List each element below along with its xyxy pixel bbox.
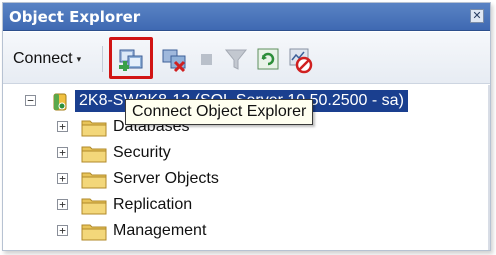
toolbar-separator (102, 46, 103, 72)
tree-item-label: Security (113, 144, 171, 161)
tooltip: Connect Object Explorer (125, 99, 314, 125)
tree-item-label: Replication (113, 196, 193, 213)
folder-icon (81, 146, 107, 163)
tree-item-label: Server Objects (113, 170, 219, 187)
collapse-toggle[interactable]: − (25, 95, 36, 106)
tree-item-server-objects[interactable]: + Server Objects (57, 167, 357, 191)
toolbar: Connect ▾ (3, 32, 490, 84)
disconnect-icon (162, 49, 186, 73)
connect-object-explorer-icon (119, 49, 143, 71)
stop-icon (201, 54, 212, 65)
folder-icon (81, 172, 107, 189)
filter-button[interactable] (221, 44, 251, 74)
filter-icon (224, 49, 248, 70)
refresh-icon (257, 48, 279, 70)
disconnect-button[interactable] (159, 44, 189, 74)
title-bar: Object Explorer ✕ (3, 3, 490, 31)
object-explorer-window: Object Explorer ✕ Connect ▾ − 10.50.2500… (2, 2, 491, 251)
expand-toggle[interactable]: + (57, 225, 68, 236)
expand-toggle[interactable]: + (57, 121, 68, 132)
expand-toggle[interactable]: + (57, 173, 68, 184)
activity-monitor-button[interactable] (285, 44, 315, 74)
connect-dropdown-button[interactable]: Connect ▾ (13, 48, 81, 70)
tree-item-security[interactable]: + Security (57, 141, 357, 165)
close-button[interactable]: ✕ (470, 9, 484, 23)
database-server-icon (53, 93, 67, 111)
tree-item-label: Management (113, 222, 207, 239)
stop-button[interactable] (191, 44, 221, 74)
folder-icon (81, 198, 107, 215)
refresh-button[interactable] (253, 44, 283, 74)
tree-item-management[interactable]: + Management (57, 219, 357, 243)
expand-toggle[interactable]: + (57, 147, 68, 158)
chevron-down-icon: ▾ (76, 53, 82, 64)
window-title: Object Explorer (9, 8, 141, 26)
expand-toggle[interactable]: + (57, 199, 68, 210)
activity-monitor-icon (289, 48, 313, 74)
connect-object-explorer-button[interactable] (116, 44, 146, 74)
scrollbar-edge[interactable] (488, 85, 490, 250)
connect-label: Connect (13, 50, 73, 67)
folder-icon (81, 120, 107, 137)
folder-icon (81, 224, 107, 241)
tree-item-replication[interactable]: + Replication (57, 193, 357, 217)
